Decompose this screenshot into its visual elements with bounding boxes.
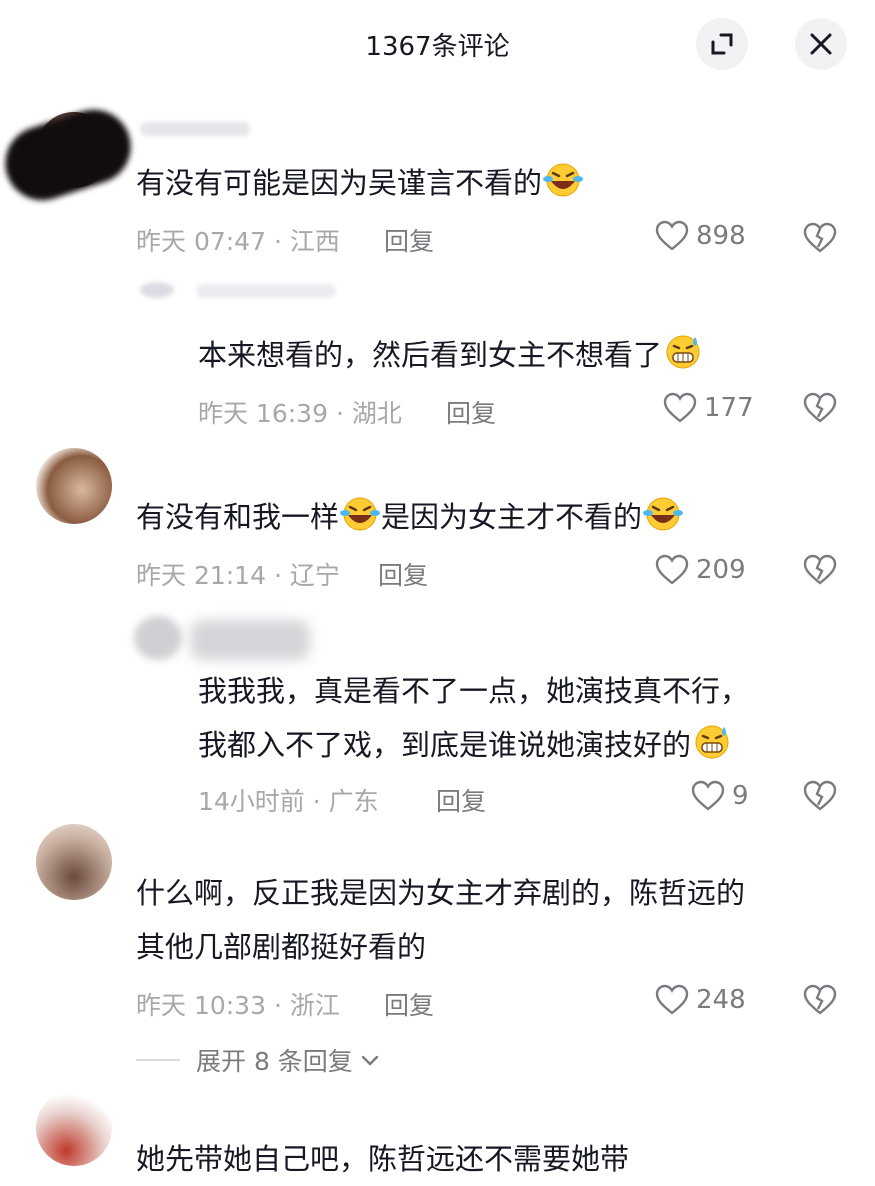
dislike-button[interactable] [802,392,838,428]
comment-text: 本来想看的，然后看到女主不想看了 [198,328,704,382]
comment-meta: 昨天 10:33 · 浙江 [136,991,340,1020]
reply-button[interactable]: 回复 [384,986,434,1022]
heart-icon [691,780,725,811]
comment-text-content: 我都入不了戏，到底是谁说她演技好的 [198,728,692,762]
reply-button[interactable]: 回复 [378,556,428,592]
username-blurred[interactable] [140,122,250,136]
heart-icon [663,392,697,423]
like-button[interactable]: 177 [662,392,754,424]
like-count: 9 [732,781,749,811]
comment-text-line-1: 什么啊，反正我是因为女主才弃剧的，陈哲远的 [136,876,746,910]
reply-button[interactable]: 回复 [384,222,434,258]
comment-text-line-2: 其他几部剧都挺好看的 [136,930,427,964]
like-button[interactable]: 898 [654,220,746,252]
avatar[interactable] [36,1090,112,1166]
chevron-down-icon [361,1055,379,1066]
heart-icon [655,554,689,585]
like-count: 209 [696,555,746,585]
expand-replies-label: 展开 8 条回复 [196,1047,353,1076]
comment-text-part-b: 是因为女主才不看的 [381,500,643,534]
avatar[interactable] [134,616,182,660]
broken-heart-icon [803,554,837,585]
comment-text: 有没有可能是因为吴谨言不看的 [136,156,584,210]
comment-text: 她先带她自己吧，陈哲远还不需要她带 [136,1142,630,1176]
comment-text-part-a: 有没有和我一样 [136,500,340,534]
dislike-button[interactable] [802,554,838,590]
redaction-mark [0,100,141,210]
laughing-tears-emoji [643,497,684,531]
comment-text-line-2: 我都入不了戏，到底是谁说她演技好的 [198,718,733,772]
like-button[interactable]: 248 [654,984,746,1016]
comment-meta: 昨天 07:47 · 江西 [136,227,340,256]
reply-button[interactable]: 回复 [436,782,486,818]
grin-sweat-emoji [666,335,700,369]
reply-button[interactable]: 回复 [446,394,496,430]
like-count: 248 [696,985,746,1015]
laughing-tears-emoji [543,163,584,197]
like-button[interactable]: 9 [690,780,749,812]
grin-sweat-emoji [695,725,729,759]
comment-meta: 昨天 21:14 · 辽宁 [136,561,340,590]
close-icon [810,33,832,55]
laughing-tears-emoji [340,497,381,531]
broken-heart-icon [803,222,837,253]
comment-text-content: 本来想看的，然后看到女主不想看了 [198,338,663,372]
like-button[interactable]: 209 [654,554,746,586]
avatar[interactable] [140,282,174,298]
avatar[interactable] [36,448,112,524]
heart-icon [655,984,689,1015]
broken-heart-icon [803,392,837,423]
like-count: 177 [704,393,754,423]
dislike-button[interactable] [802,222,838,258]
avatar[interactable] [36,824,112,900]
divider-line [136,1059,180,1061]
heart-icon [655,220,689,251]
comment-text-content: 有没有可能是因为吴谨言不看的 [136,166,543,200]
fullscreen-button[interactable] [696,18,748,70]
comment-meta: 14小时前 · 广东 [198,787,379,816]
close-button[interactable] [795,18,847,70]
expand-replies-button[interactable]: 展开 8 条回复 [136,1042,381,1078]
username-blurred[interactable] [190,620,310,660]
like-count: 898 [696,221,746,251]
comment-text-line-1: 我我我，真是看不了一点，她演技真不行， [198,674,750,708]
broken-heart-icon [803,984,837,1015]
comment-text: 有没有和我一样 是因为女主才不看的 [136,490,684,544]
dislike-button[interactable] [802,984,838,1020]
comment-meta: 昨天 16:39 · 湖北 [198,399,402,428]
broken-heart-icon [803,780,837,811]
comments-header: 1367条评论 [0,0,875,92]
dislike-button[interactable] [802,780,838,816]
fullscreen-icon [711,33,733,55]
username-blurred[interactable] [196,284,336,298]
